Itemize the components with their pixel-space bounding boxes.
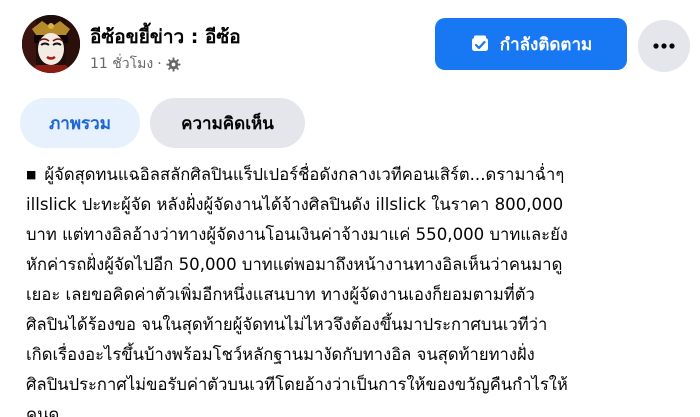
tab-comments[interactable]: ความคิดเห็น: [150, 98, 305, 148]
tab-comments-label: ความคิดเห็น: [181, 113, 274, 134]
avatar-icon: [22, 15, 80, 73]
more-dots-icon: [653, 43, 675, 49]
following-icon: [470, 34, 490, 54]
post-card: อีซ้อขยี้ข่าว : อีซ้อ 11 ชั่วโมง · กำลัง…: [0, 0, 700, 417]
meta-separator: ·: [157, 56, 162, 72]
more-options-button[interactable]: [638, 20, 690, 72]
tab-overview-label: ภาพรวม: [49, 113, 111, 134]
post-text-content: ผู้จัดสุดทนแฉอิลสลักศิลปินแร็ปเปอร์ชื่อด…: [26, 165, 568, 417]
following-label: กำลังติดตาม: [499, 34, 593, 55]
gear-icon[interactable]: [166, 56, 181, 72]
post-timestamp[interactable]: 11 ชั่วโมง: [90, 53, 153, 75]
avatar[interactable]: [22, 15, 80, 73]
tab-overview[interactable]: ภาพรวม: [20, 98, 140, 148]
following-button[interactable]: กำลังติดตาม: [435, 18, 627, 70]
post-text: ■ ผู้จัดสุดทนแฉอิลสลักศิลปินแร็ปเปอร์ชื่อ…: [26, 160, 698, 417]
post-meta: 11 ชั่วโมง ·: [90, 53, 181, 75]
bullet-icon: ■: [26, 168, 37, 181]
page-name[interactable]: อีซ้อขยี้ข่าว : อีซ้อ: [90, 22, 241, 52]
